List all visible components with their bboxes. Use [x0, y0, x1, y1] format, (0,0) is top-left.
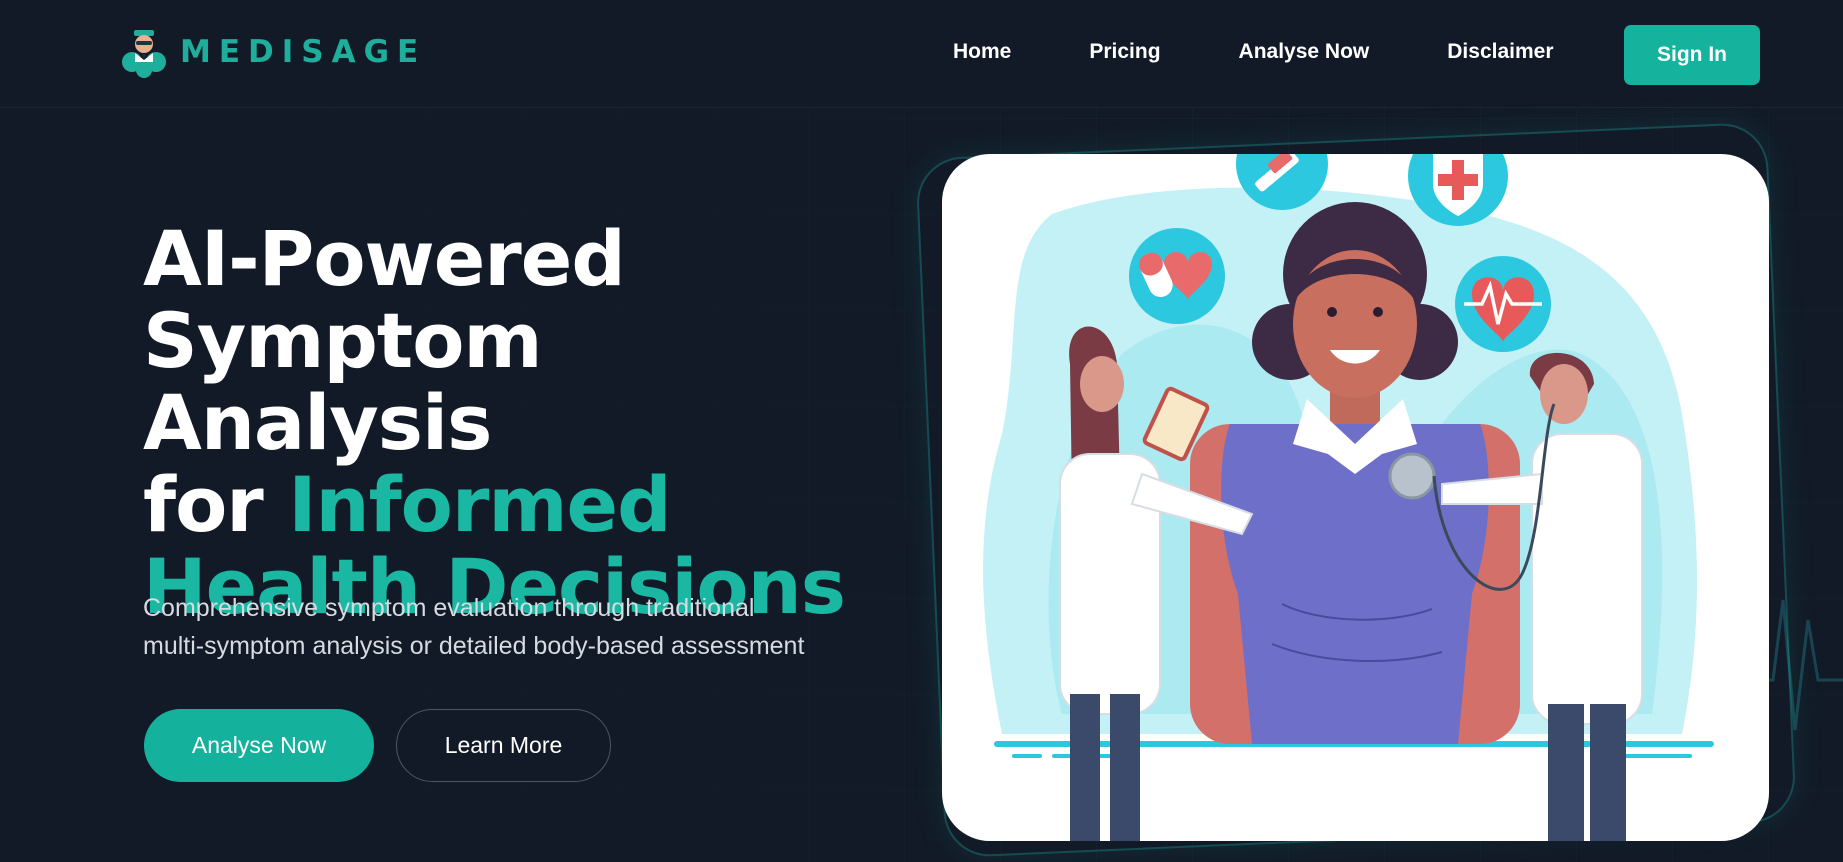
- brand-logo[interactable]: MEDISAGE: [118, 26, 426, 78]
- hero-subtitle-line-1: Comprehensive symptom evaluation through…: [143, 594, 755, 622]
- hero-subtitle: Comprehensive symptom evaluation through…: [143, 589, 923, 665]
- hero-title-line-3-accent: Informed: [288, 460, 671, 549]
- nav-link-disclaimer[interactable]: Disclaimer: [1447, 40, 1553, 64]
- nav-link-pricing[interactable]: Pricing: [1089, 40, 1160, 64]
- hero-title-line-2: Symptom Analysis: [143, 296, 543, 467]
- analyse-now-button[interactable]: Analyse Now: [144, 709, 374, 782]
- doctors-examining-patient-illustration: [983, 154, 1714, 841]
- learn-more-button[interactable]: Learn More: [396, 709, 611, 782]
- hero-title-line-1: AI-Powered: [143, 214, 626, 303]
- hero-subtitle-line-2: multi-symptom analysis or detailed body-…: [143, 632, 805, 660]
- hero-title-line-3-plain: for: [143, 460, 289, 549]
- heartbeat-icon: [1455, 256, 1551, 352]
- sign-in-button[interactable]: Sign In: [1624, 25, 1760, 85]
- brand-name: MEDISAGE: [180, 34, 427, 70]
- nav-link-home[interactable]: Home: [953, 40, 1011, 64]
- nav-links: Home Pricing Analyse Now Disclaimer: [953, 40, 1554, 64]
- doctor-logo-icon: [122, 30, 166, 78]
- hero-title: AI-Powered Symptom Analysis for Informed…: [143, 218, 903, 628]
- pills-heart-icon: [1129, 228, 1225, 324]
- top-navigation: MEDISAGE Home Pricing Analyse Now Discla…: [0, 0, 1843, 108]
- nav-link-analyse-now[interactable]: Analyse Now: [1239, 40, 1370, 64]
- hero-illustration-card: [942, 154, 1769, 841]
